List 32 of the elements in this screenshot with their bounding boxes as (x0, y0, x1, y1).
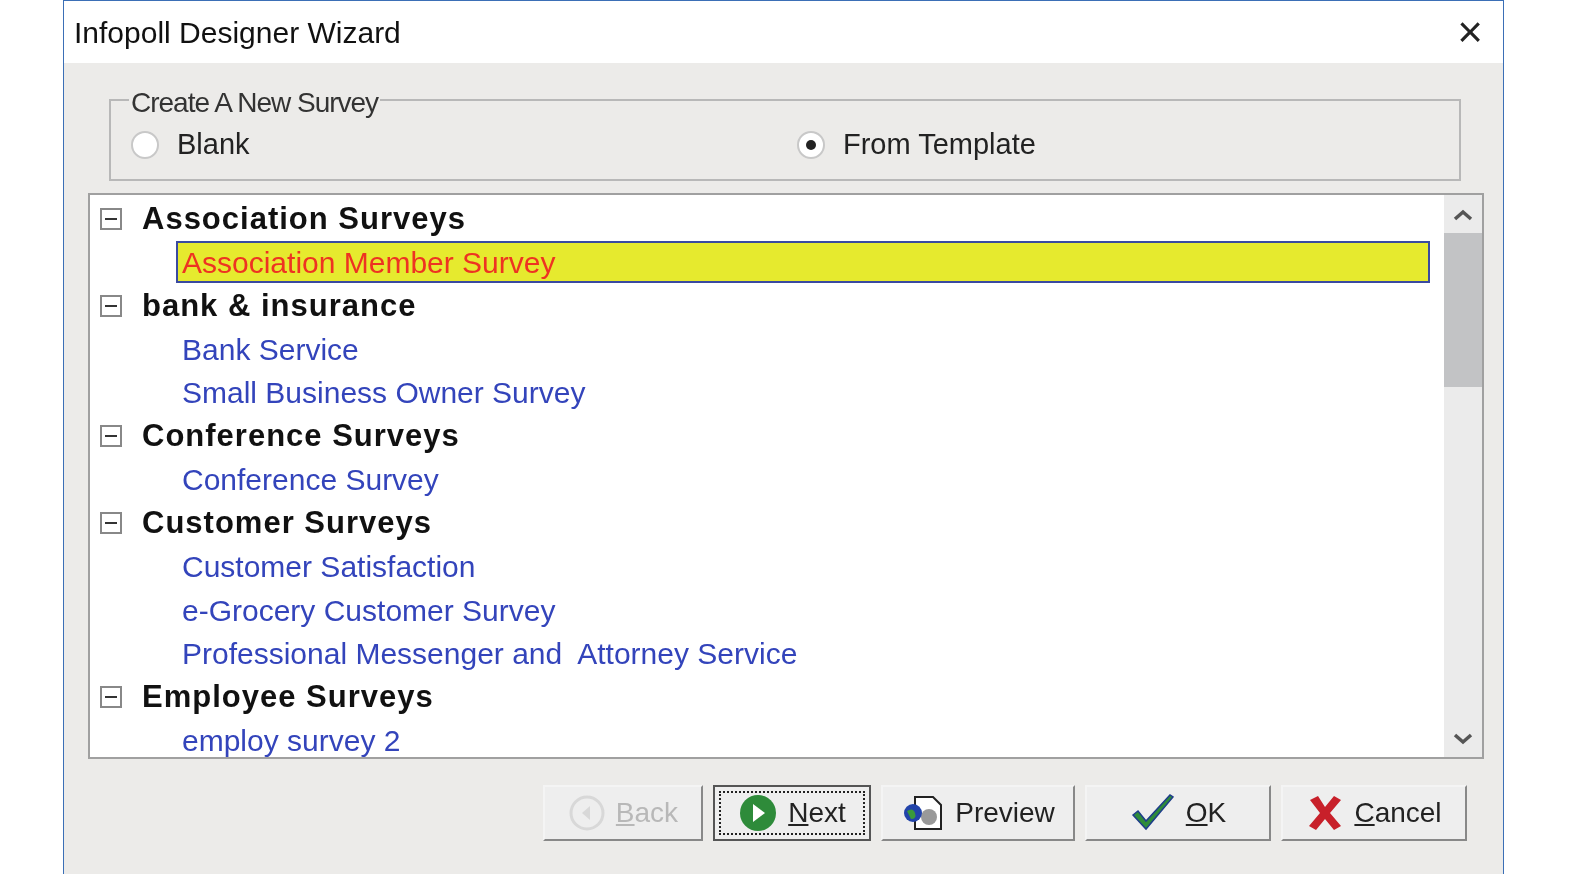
window-title: Infopoll Designer Wizard (74, 14, 401, 51)
template-item[interactable]: employ survey 2 (176, 719, 401, 757)
collapse-icon[interactable] (100, 207, 122, 230)
category-label[interactable]: Employee Surveys (142, 674, 434, 721)
category-label[interactable]: Association Surveys (142, 195, 466, 242)
radio-label[interactable]: Blank (177, 123, 250, 167)
template-item[interactable]: Small Business Owner Survey (176, 371, 586, 414)
template-item[interactable]: Customer Satisfaction (176, 545, 476, 588)
radio-button[interactable] (131, 131, 159, 159)
template-item[interactable]: Professional Messenger and Attorney Service (176, 632, 798, 675)
collapse-icon[interactable] (100, 686, 122, 709)
scrollbar[interactable] (1444, 195, 1482, 757)
scroll-down-icon[interactable] (1453, 733, 1473, 745)
ok-button[interactable]: OK (1085, 785, 1271, 841)
next-button[interactable]: Next (713, 785, 871, 841)
scrollbar-thumb[interactable] (1444, 233, 1482, 387)
template-item[interactable]: e-Grocery Customer Survey (176, 589, 556, 632)
preview-button[interactable]: Preview (881, 785, 1075, 841)
template-item[interactable]: Bank Service (176, 328, 359, 371)
checkmark-icon (1129, 793, 1176, 833)
template-item[interactable]: Conference Survey (176, 458, 439, 501)
category-label[interactable]: bank & insurance (142, 282, 417, 329)
close-button[interactable]: × (1447, 9, 1493, 55)
scroll-up-icon[interactable] (1453, 209, 1473, 221)
radio-label[interactable]: From Template (843, 123, 1036, 167)
collapse-icon[interactable] (100, 294, 122, 317)
category-label[interactable]: Conference Surveys (142, 413, 460, 460)
collapse-icon[interactable] (100, 425, 122, 448)
cancel-button[interactable]: Cancel (1281, 785, 1467, 841)
collapse-icon[interactable] (100, 512, 122, 535)
category-label[interactable]: Customer Surveys (142, 500, 432, 547)
radio-button[interactable] (797, 131, 825, 159)
